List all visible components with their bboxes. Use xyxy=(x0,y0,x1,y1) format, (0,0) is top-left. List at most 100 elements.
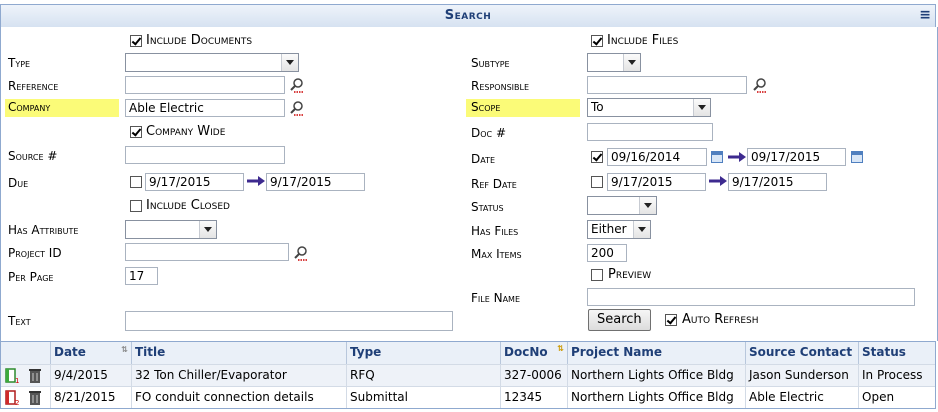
status-select[interactable] xyxy=(587,196,657,215)
due-checkbox[interactable] xyxy=(130,176,142,188)
grid-header-title[interactable]: Title xyxy=(132,342,347,364)
trash-icon[interactable] xyxy=(28,390,42,406)
type-label: Type xyxy=(8,56,31,70)
include-closed-label: Include Closed xyxy=(146,198,230,213)
project-lookup-icon[interactable] xyxy=(293,245,309,261)
per-page-input[interactable]: 17 xyxy=(125,267,158,285)
cell-title[interactable]: FO conduit connection details xyxy=(132,386,347,408)
include-closed-checkbox[interactable] xyxy=(130,200,142,212)
chevron-down-icon xyxy=(639,197,656,214)
grid-header-date-label: Date xyxy=(54,345,86,359)
chevron-down-icon[interactable] xyxy=(693,99,710,116)
calendar-icon[interactable] xyxy=(711,151,723,163)
has-files-select[interactable]: Either xyxy=(587,220,651,239)
cell-contact: Jason Sunderson xyxy=(746,364,859,386)
company-wide-label: Company Wide xyxy=(146,124,226,139)
grid-header-docno[interactable]: DocNo ⇅ xyxy=(501,342,568,364)
preview-checkbox[interactable] xyxy=(591,269,603,281)
date-to-input[interactable]: 09/17/2015 xyxy=(747,148,846,166)
text-input[interactable] xyxy=(125,311,453,331)
date-checkbox[interactable] xyxy=(591,151,603,163)
document-icon[interactable]: 1 xyxy=(4,368,20,384)
ref-date-checkbox[interactable] xyxy=(591,176,603,188)
row-icons: 2 xyxy=(1,386,51,408)
grid-header-docno-label: DocNo xyxy=(504,345,548,359)
grid-header-status[interactable]: Status xyxy=(859,342,935,364)
due-from-input[interactable]: 9/17/2015 xyxy=(145,173,244,191)
company-wide-checkbox[interactable] xyxy=(130,126,142,138)
project-id-label: Project ID xyxy=(8,246,62,260)
grid-header-contact[interactable]: Source Contact xyxy=(746,342,859,364)
sort-icon[interactable]: ⇅ xyxy=(557,344,564,353)
has-files-value: Either xyxy=(591,222,627,236)
reference-input[interactable] xyxy=(125,76,285,94)
ref-date-from-input[interactable]: 9/17/2015 xyxy=(607,173,706,191)
source-no-label: Source # xyxy=(8,149,58,163)
has-files-label: Has Files xyxy=(471,224,519,238)
responsible-lookup-icon[interactable] xyxy=(752,77,768,93)
chevron-down-icon xyxy=(623,54,640,71)
document-icon[interactable]: 2 xyxy=(4,390,20,406)
file-name-input[interactable] xyxy=(587,288,915,306)
include-documents-checkbox[interactable] xyxy=(130,35,142,47)
subtype-select[interactable] xyxy=(587,53,641,72)
calendar-icon[interactable] xyxy=(851,151,863,163)
due-to-input[interactable]: 9/17/2015 xyxy=(266,173,365,191)
cell-docno: 327-0006 xyxy=(501,364,568,386)
grid-header-type[interactable]: Type xyxy=(347,342,501,364)
ref-date-to-input[interactable]: 9/17/2015 xyxy=(728,173,827,191)
status-label: Status xyxy=(471,200,504,214)
grid-header-icons xyxy=(1,342,51,364)
max-items-label: Max Items xyxy=(471,247,522,261)
sort-icon[interactable]: ⇅ xyxy=(121,345,128,354)
per-page-label: Per Page xyxy=(8,270,54,284)
max-items-input[interactable]: 200 xyxy=(587,244,627,262)
trash-icon[interactable] xyxy=(28,368,42,384)
due-label: Due xyxy=(8,176,29,190)
arrow-right-icon xyxy=(709,176,727,186)
grid-header-project[interactable]: Project Name xyxy=(568,342,746,364)
date-from-input[interactable]: 09/16/2014 xyxy=(607,148,707,166)
company-lookup-icon[interactable] xyxy=(289,100,305,116)
cell-title[interactable]: 32 Ton Chiller/Evaporator xyxy=(132,364,347,386)
company-input[interactable]: Able Electric xyxy=(125,99,285,117)
arrow-right-icon xyxy=(247,176,265,186)
date-label: Date xyxy=(471,152,496,166)
cell-project: Northern Lights Office Bldg xyxy=(568,364,746,386)
chevron-down-icon xyxy=(633,221,650,238)
auto-refresh-checkbox[interactable] xyxy=(665,314,677,326)
scope-label: Scope xyxy=(466,99,580,117)
panel-title: Search xyxy=(444,8,492,23)
has-attribute-select[interactable] xyxy=(125,220,217,239)
text-label: Text xyxy=(8,314,31,328)
cell-type: Submittal xyxy=(347,386,501,408)
menu-icon[interactable]: ≡ xyxy=(919,7,931,23)
include-files-checkbox[interactable] xyxy=(591,35,603,47)
search-button[interactable]: Search xyxy=(588,309,651,331)
search-form: Include Documents Type Reference Company… xyxy=(0,27,938,341)
cell-date: 8/21/2015 xyxy=(51,386,132,408)
chevron-down-icon xyxy=(281,54,298,71)
project-id-input[interactable] xyxy=(125,243,289,261)
lookup-icon[interactable] xyxy=(289,77,305,93)
doc-no-label: Doc # xyxy=(471,126,506,140)
cell-docno: 12345 xyxy=(501,386,568,408)
cell-status: Open xyxy=(859,386,935,408)
company-label: Company xyxy=(5,99,119,117)
row-icons: 1 xyxy=(1,364,51,386)
cell-project: Northern Lights Office Bldg xyxy=(568,386,746,408)
source-no-input[interactable] xyxy=(125,146,285,164)
preview-label: Preview xyxy=(608,267,652,282)
responsible-input[interactable] xyxy=(587,76,747,94)
cell-status: In Process xyxy=(859,364,935,386)
ref-date-label: Ref Date xyxy=(471,177,517,191)
doc-no-input[interactable] xyxy=(587,123,713,141)
cell-contact: Able Electric xyxy=(746,386,859,408)
grid-header-date[interactable]: Date ⇅ xyxy=(51,342,132,364)
has-attribute-label: Has Attribute xyxy=(8,223,79,237)
results-grid: Date ⇅ Title Type DocNo ⇅ Project Name Sou… xyxy=(0,341,936,409)
search-title-bar: Search ≡ xyxy=(0,4,936,28)
cell-type: RFQ xyxy=(347,364,501,386)
type-select[interactable] xyxy=(125,53,299,72)
svg-text:1: 1 xyxy=(15,377,19,384)
